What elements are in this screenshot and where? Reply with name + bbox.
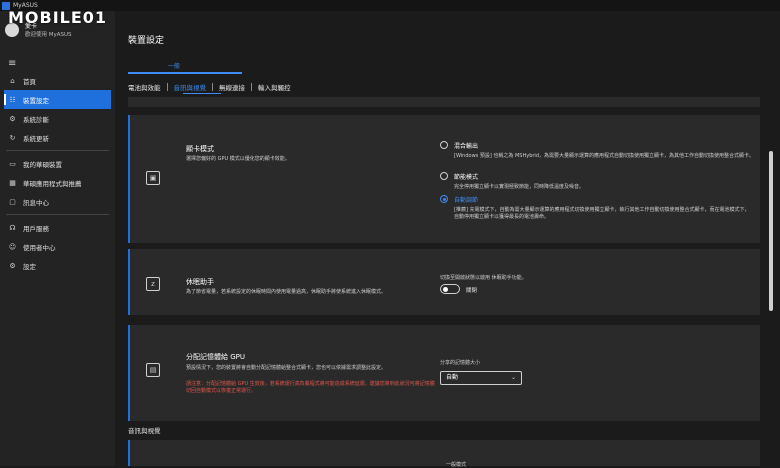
gpu-option-hybrid-desc: [Windows 預設] 也稱之為 MSHybrid，為需要大量顯示運算的應用程… bbox=[454, 153, 754, 159]
headset-icon: ☊ bbox=[9, 223, 16, 232]
sidebar-item-system-update[interactable]: ↻ 系統更新 bbox=[0, 128, 115, 147]
radio-auto[interactable] bbox=[440, 195, 448, 203]
page-title: 裝置設定 bbox=[128, 36, 165, 46]
grid-icon: ▦ bbox=[9, 178, 16, 187]
chip-icon: ▣ bbox=[146, 171, 160, 185]
sleep-assistant-toggle[interactable] bbox=[440, 284, 460, 294]
wrench-icon: ⚙ bbox=[9, 114, 16, 123]
audio-visual-mode-label: 一般模式 bbox=[446, 462, 467, 468]
sidebar-divider bbox=[6, 214, 109, 215]
sidebar-item-home[interactable]: ⌂ 首頁 bbox=[0, 71, 115, 90]
tab-audio-visual[interactable]: 音訊與視覺 bbox=[174, 82, 207, 92]
shared-memory-label: 分享的記憶體大小 bbox=[440, 360, 481, 366]
memory-icon: ▤ bbox=[146, 363, 160, 377]
message-icon: ▢ bbox=[9, 197, 16, 206]
tab-separator bbox=[251, 83, 252, 91]
general-tab-indicator bbox=[128, 72, 242, 74]
sliders-icon: ☷ bbox=[9, 95, 16, 104]
sidebar-item-my-devices[interactable]: ▭ 我的華碩裝置 bbox=[0, 154, 115, 173]
tab-separator bbox=[212, 83, 213, 91]
hamburger-menu-icon[interactable]: ≡ bbox=[8, 58, 16, 69]
sidebar-item-apps[interactable]: ▦ 華碩應用程式與推薦 bbox=[0, 173, 115, 192]
gpu-memory-title: 分配記憶體給 GPU bbox=[186, 353, 245, 361]
sleep-assistant-card: z 休眠助手 為了節省電量，若系統設定的休眠時間內使用電量過高，休眠助手將使系統… bbox=[128, 249, 760, 315]
gpu-option-hybrid[interactable]: 混合輸出 bbox=[440, 141, 478, 150]
sub-tabs: 電池與效能 音訊與視覺 無線連接 輸入與觸控 bbox=[128, 82, 291, 92]
sidebar-item-messages[interactable]: ▢ 訊息中心 bbox=[0, 192, 115, 211]
gpu-option-auto-desc: [推薦] 充電模式下，自動為需大量顯示運算的應用程式切換使用獨立顯卡，執行其他工… bbox=[454, 207, 750, 220]
gear-icon: ⚙ bbox=[9, 261, 16, 270]
gpu-mode-title: 顯卡模式 bbox=[186, 145, 214, 153]
devices-icon: ▭ bbox=[9, 159, 16, 168]
title-bar: MyASUS bbox=[0, 0, 780, 11]
sleep-toggle-hint: 切換至開啟狀態以啟用 休眠助手功能。 bbox=[440, 275, 527, 281]
sidebar-divider bbox=[6, 150, 109, 151]
tab-separator bbox=[166, 83, 168, 91]
gpu-mode-desc: 選擇您偏好的 GPU 模式以優化您的顯卡效能。 bbox=[186, 156, 290, 162]
active-tab-underline bbox=[183, 93, 221, 94]
previous-card-edge bbox=[128, 97, 760, 107]
refresh-icon: ↻ bbox=[9, 133, 16, 142]
radio-eco[interactable] bbox=[440, 172, 448, 180]
gpu-option-eco[interactable]: 節能模式 bbox=[440, 172, 478, 181]
tab-wireless[interactable]: 無線連接 bbox=[219, 82, 245, 92]
gpu-mode-card: ▣ 顯卡模式 選擇您偏好的 GPU 模式以優化您的顯卡效能。 混合輸出 [Win… bbox=[128, 115, 760, 243]
sidebar-item-user-center[interactable]: ☺ 使用者中心 bbox=[0, 237, 115, 256]
gpu-option-eco-desc: 完全停用獨立顯卡以實現極致節能，同時降低溫度及噪音。 bbox=[454, 184, 585, 190]
shared-memory-select[interactable]: 自動 ⌄ bbox=[440, 371, 522, 385]
gpu-option-auto[interactable]: 自動調節 bbox=[440, 195, 478, 204]
scrollbar-thumb[interactable] bbox=[769, 151, 773, 311]
gpu-memory-warning: 請注意：分配記憶體給 GPU 生效後，若系統運行高負載程式將可能造成系統延遲，建… bbox=[186, 381, 435, 394]
watermark-logo: MOBILE01 bbox=[8, 8, 108, 27]
section-title-audio-visual: 音訊與視覺 bbox=[128, 427, 161, 435]
tab-battery-performance[interactable]: 電池與效能 bbox=[128, 82, 161, 92]
sidebar-item-device-settings[interactable]: ☷ 裝置設定 bbox=[4, 90, 111, 109]
home-icon: ⌂ bbox=[10, 76, 15, 85]
sidebar-item-diagnostics[interactable]: ⚙ 系統診斷 bbox=[0, 109, 115, 128]
chevron-down-icon: ⌄ bbox=[510, 374, 516, 381]
nav-group-main: ⌂ 首頁 ☷ 裝置設定 ⚙ 系統診斷 ↻ 系統更新 ▭ 我的華碩裝置 ▦ 華碩應用程式與推薦… bbox=[0, 71, 115, 275]
gpu-memory-desc: 預設情況下，您的裝置將會自動分配記憶體給整合式顯卡，您也可以依據需求調整此設定。 bbox=[186, 365, 387, 371]
sleep-toggle-state: 關閉 bbox=[466, 288, 478, 294]
person-icon: ☺ bbox=[8, 242, 17, 251]
sleep-icon: z bbox=[146, 277, 160, 291]
user-subtitle: 歡迎使用 MyASUS bbox=[25, 32, 72, 38]
tab-general[interactable]: 一般 bbox=[168, 61, 180, 70]
sidebar: 愛卡 歡迎使用 MyASUS ≡ ⌂ 首頁 ☷ 裝置設定 ⚙ 系統診斷 ↻ 系統更新 ▭… bbox=[0, 11, 115, 466]
tab-input-touch[interactable]: 輸入與觸控 bbox=[258, 82, 291, 92]
sleep-assistant-desc: 為了節省電量，若系統設定的休眠時間內使用電量過高，休眠助手將使系統進入休眠模式。 bbox=[186, 289, 387, 295]
radio-hybrid[interactable] bbox=[440, 141, 448, 149]
gpu-memory-card: ▤ 分配記憶體給 GPU 預設情況下，您的裝置將會自動分配記憶體給整合式顯卡，您… bbox=[128, 325, 760, 421]
sidebar-item-settings[interactable]: ⚙ 設定 bbox=[0, 256, 115, 275]
audio-visual-card: 一般模式 bbox=[128, 440, 760, 468]
sleep-assistant-title: 休眠助手 bbox=[186, 278, 214, 286]
main-content: 裝置設定 一般 電池與效能 音訊與視覺 無線連接 輸入與觸控 ▣ 顯卡模式 選擇… bbox=[115, 11, 780, 468]
sidebar-item-customer-service[interactable]: ☊ 用戶服務 bbox=[0, 218, 115, 237]
